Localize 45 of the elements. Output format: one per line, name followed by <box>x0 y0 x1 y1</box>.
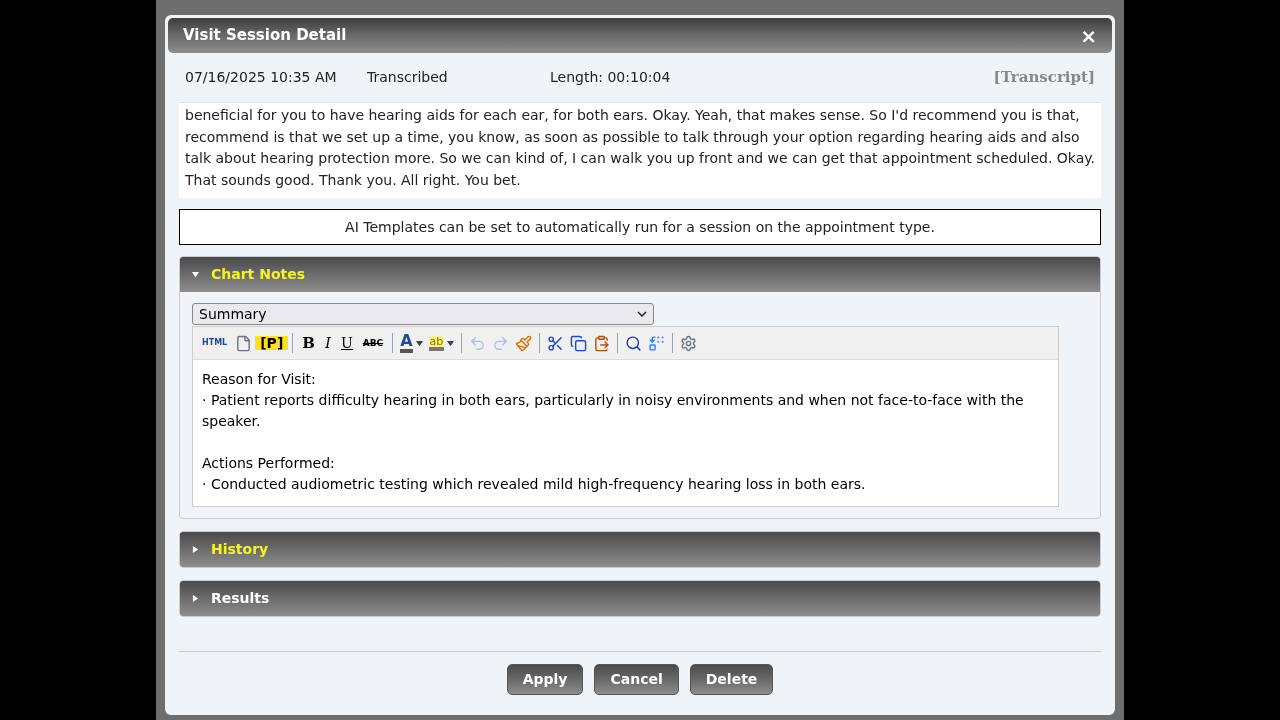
dialog-button[interactable]: Cancel <box>594 664 679 695</box>
section-title[interactable]: History <box>211 539 269 560</box>
accordion-header[interactable]: History <box>180 532 1100 567</box>
accordion-header[interactable]: Results <box>180 581 1100 616</box>
caret-right-icon <box>192 546 199 553</box>
close-button[interactable]: × <box>1080 25 1097 46</box>
settings-icon <box>680 334 698 352</box>
session-datetime: 07/16/2025 10:35 AM <box>185 68 338 87</box>
caret-down-icon <box>447 339 455 347</box>
toolbar-button[interactable]: [P] <box>255 336 289 350</box>
bullet-text: · Conducted audiometric testing which revealed mild high-frequency hearing loss in both ears. <box>202 475 867 494</box>
file-icon <box>235 334 253 352</box>
search-icon <box>625 334 643 352</box>
caret-down-icon <box>415 339 423 347</box>
transcript-text: beneficial for you to have hearing aids for each ear, for both ears. Okay. Yeah, that makes sense. So I'd recommend you is that, recommend is that we set up a time, you know, as soon as possible to talk through your option regarding hearing aids and also talk about hearing protection more. So we can kind of, I can walk you up front and we can get that appointment scheduled. Okay. That sounds good. Thank you. All right. You bet. <box>179 102 1101 198</box>
copy-icon <box>570 334 588 352</box>
text-color-button[interactable]: A <box>397 333 426 353</box>
toolbar-button[interactable]: U <box>335 336 358 350</box>
accordion-header[interactable]: Chart Notes <box>180 257 1100 292</box>
template-select[interactable]: Summary <box>192 303 654 325</box>
replace-icon <box>648 334 666 352</box>
caret-right-icon <box>192 595 199 602</box>
toolbar-button[interactable]: I <box>319 335 336 351</box>
info-notice: AI Templates can be set to automatically run for a session on the appointment type. <box>179 209 1101 245</box>
dialog-button[interactable]: Apply <box>506 664 584 695</box>
bullet-text: · Patient reports difficulty hearing in both ears, particularly in noisy environments and when not face-to-face with the speaker. <box>202 391 1025 431</box>
transcript-link[interactable]: [Transcript] <box>993 66 1095 89</box>
caret-down-icon <box>192 271 199 278</box>
toolbar-button[interactable]: B <box>297 335 320 351</box>
paste-icon <box>593 334 611 352</box>
cut-icon <box>547 334 565 352</box>
dialog-button[interactable]: Delete <box>689 664 774 695</box>
section-heading: Reason for Visit: <box>202 370 317 389</box>
session-length: Length: 00:10:04 <box>550 68 672 87</box>
section-title[interactable]: Chart Notes <box>211 264 305 285</box>
session-status: Transcribed <box>367 68 449 87</box>
paintbrush-icon <box>515 334 533 352</box>
undo-icon <box>469 334 487 352</box>
dialog-title: Visit Session Detail <box>183 25 347 47</box>
toolbar-button[interactable]: ABC <box>357 338 389 348</box>
chevron-down-icon <box>637 311 647 317</box>
redo-icon <box>492 334 510 352</box>
section-heading: Actions Performed: <box>202 454 336 473</box>
section-title[interactable]: Results <box>211 588 270 609</box>
toolbar-button[interactable]: HTML <box>197 339 233 347</box>
